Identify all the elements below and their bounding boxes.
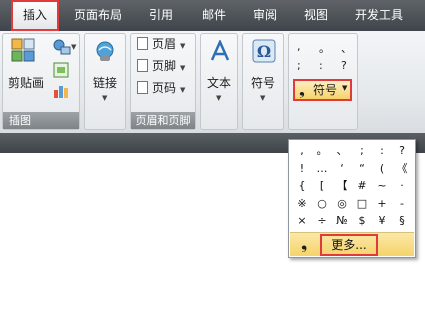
quick-symbol-question[interactable]: ? [341,59,347,72]
page-number-button[interactable]: 页码 ▼ [137,79,185,97]
group-header-footer: 页眉 ▼ 页脚 ▼ 页码 ▼ 页眉和页脚 [130,33,196,130]
tab-review[interactable]: 审阅 [244,0,286,31]
ribbon-tab-bar: 插入 页面布局 引用 邮件 审阅 视图 开发工具 [0,0,425,31]
shapes-dropdown-arrow-icon[interactable]: ▼ [71,43,76,51]
group-text: 文本 ▼ [200,33,238,130]
svg-text:Ω: Ω [257,42,271,61]
header-dropdown-arrow-icon: ▼ [180,42,186,50]
group-quick-symbols: , 。 、 ; : ? ❟ 符号 ▼ [288,33,358,130]
symbol-cell[interactable]: 《 [392,160,412,178]
quick-symbol-comma[interactable]: , [297,40,301,53]
more-symbols-icon: ❟ [301,234,308,253]
symbol-cell[interactable]: □ [352,195,372,213]
shapes-icon[interactable] [53,39,71,55]
tab-references[interactable]: 引用 [140,0,182,31]
symbol-cell[interactable]: 、 [332,142,352,160]
quick-symbol-period[interactable]: 。 [319,40,330,56]
symbol-cell[interactable]: № [332,212,352,230]
tab-view[interactable]: 视图 [295,0,337,31]
symbol-cell[interactable]: : [372,142,392,160]
symbol-cell[interactable]: + [372,195,392,213]
symbol-cell[interactable]: ‘ [332,160,352,178]
symbol-cell[interactable]: ( [372,160,392,178]
tab-insert[interactable]: 插入 [11,0,59,31]
page-number-icon [137,81,148,94]
tab-developer[interactable]: 开发工具 [349,0,409,31]
chart-icon[interactable] [53,84,69,98]
symbol-cell[interactable]: ¥ [372,212,392,230]
link-icon [96,41,114,61]
quick-symbol-colon[interactable]: : [319,59,323,72]
symbol-cell[interactable]: … [312,160,332,178]
header-icon [137,37,148,50]
symbol-cell[interactable]: ○ [312,195,332,213]
links-button[interactable]: 链接 [93,74,117,91]
symbol-bullet-icon: ❟ [299,81,305,99]
page-number-dropdown-arrow-icon: ▼ [180,86,186,94]
symbol-cell[interactable]: # [352,177,372,195]
more-symbols-button[interactable]: 更多... [320,234,378,256]
more-symbols-row[interactable]: ❟ 更多... [290,232,414,256]
text-box-icon [210,40,230,61]
symbol-cell[interactable]: · [392,177,412,195]
symbol-cell[interactable]: ? [392,142,412,160]
symbol-cell[interactable]: 。 [312,142,332,160]
symbol-dropdown-menu: ,。、;:?!…‘“(《{[【#~·※○◎□+-×÷№$¥§‰—kgmmcmm²… [288,139,416,258]
clip-art-button[interactable]: 剪贴画 [8,74,44,91]
symbol-dropdown-arrow-icon[interactable]: ▼ [260,94,265,102]
symbol-cell[interactable]: “ [352,160,372,178]
group-illustrations: 剪贴画 ▼ 插图 [2,33,80,130]
omega-symbol-icon: Ω [252,39,276,63]
symbol-dropdown-label: 符号 [313,83,338,97]
clip-art-icon [11,38,35,62]
symbol-cell[interactable]: - [392,195,412,213]
group-label-header-footer: 页眉和页脚 [131,112,195,129]
symbol-cell[interactable]: § [392,212,412,230]
symbol-cell[interactable]: , [292,142,312,160]
symbol-cell[interactable]: 【 [332,177,352,195]
footer-dropdown-arrow-icon: ▼ [180,64,186,72]
symbol-cell[interactable]: ; [352,142,372,160]
symbol-cell[interactable]: ◎ [332,195,352,213]
symbol-cell[interactable]: { [292,177,312,195]
symbol-cell[interactable]: [ [312,177,332,195]
links-dropdown-arrow-icon[interactable]: ▼ [102,94,107,102]
ribbon-panel: 剪贴画 ▼ 插图 链接 ▼ 页眉 ▼ 页脚 ▼ 页码 ▼ 页眉和页脚 文本 ▼ … [0,31,425,133]
group-symbols: Ω 符号 ▼ [242,33,284,130]
group-label-illustrations: 插图 [3,112,79,129]
symbol-dropdown-button[interactable]: ❟ 符号 ▼ [293,79,352,101]
header-button[interactable]: 页眉 ▼ [137,35,185,53]
symbol-cell[interactable]: ! [292,160,312,178]
symbol-button[interactable]: 符号 [251,74,275,91]
text-dropdown-arrow-icon[interactable]: ▼ [216,94,221,102]
tab-page-layout[interactable]: 页面布局 [69,0,127,31]
symbol-cell[interactable]: $ [352,212,372,230]
symbol-cell[interactable]: ~ [372,177,392,195]
tab-mailings[interactable]: 邮件 [193,0,235,31]
quick-symbol-enumeration-comma[interactable]: 、 [341,40,352,56]
group-links: 链接 ▼ [84,33,126,130]
symbol-cell[interactable]: × [292,212,312,230]
smartart-icon[interactable] [53,62,69,78]
symbol-dropdown-arrow-small-icon: ▼ [342,84,348,92]
symbol-cell[interactable]: ÷ [312,212,332,230]
text-button[interactable]: 文本 [207,74,231,91]
footer-icon [137,59,148,72]
footer-button[interactable]: 页脚 ▼ [137,57,185,75]
quick-symbol-semicolon[interactable]: ; [297,59,301,72]
symbol-cell[interactable]: ※ [292,195,312,213]
